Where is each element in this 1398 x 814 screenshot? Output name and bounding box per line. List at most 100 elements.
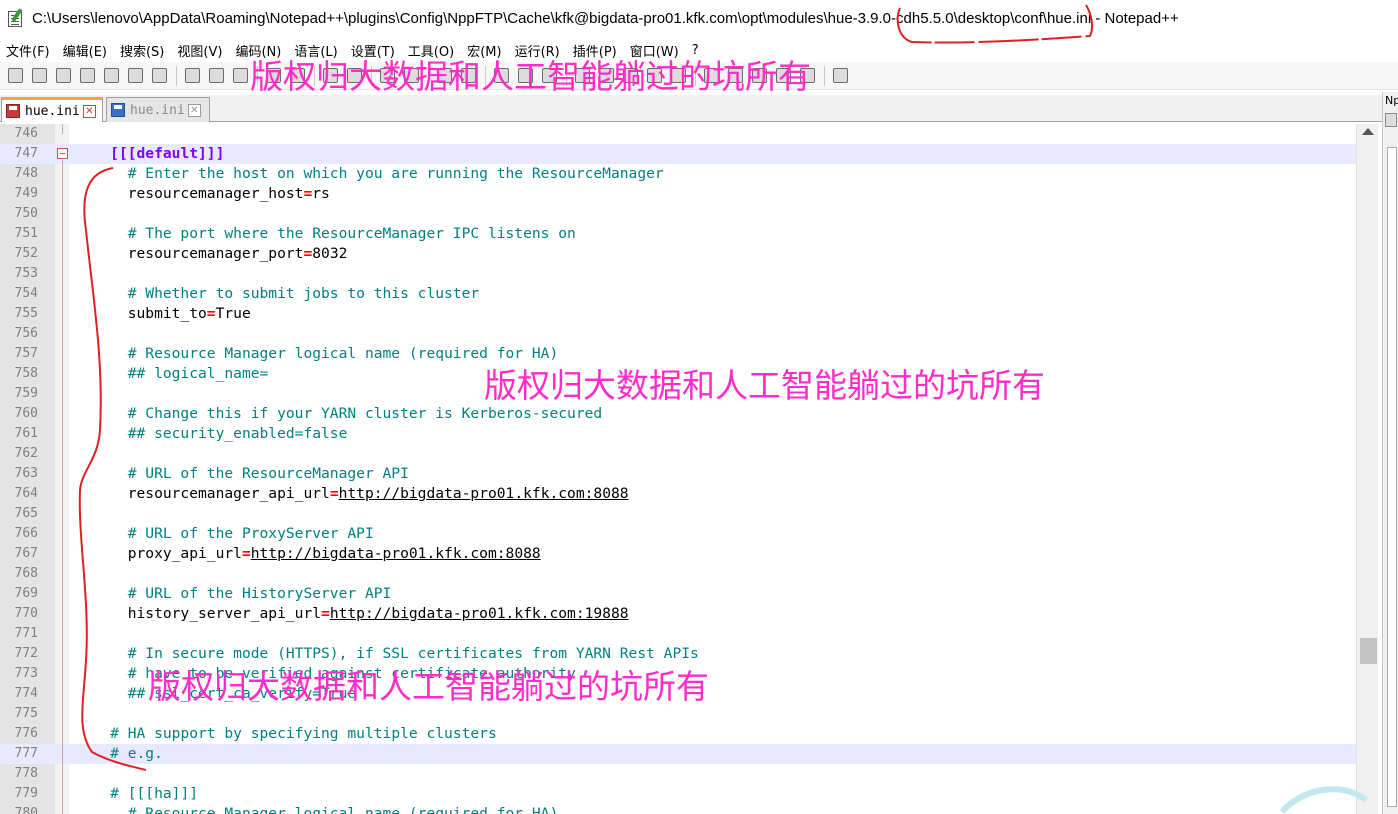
menu-edit[interactable]: 编辑(E)	[57, 41, 114, 60]
code-text: resourcemanager_port=8032	[75, 245, 348, 262]
find-icon[interactable]	[319, 65, 341, 87]
code-line[interactable]: 752 resourcemanager_port=8032	[0, 244, 1356, 264]
copy-icon[interactable]	[205, 65, 227, 87]
word-wrap-icon[interactable]	[490, 65, 512, 87]
code-line[interactable]: 778	[0, 764, 1356, 784]
cut-icon[interactable]	[181, 65, 203, 87]
code-text: # Enter the host on which you are runnin…	[127, 165, 664, 182]
run-macro-multi-icon[interactable]	[772, 65, 794, 87]
code-line[interactable]: 779 # [[[ha]]]	[0, 784, 1356, 804]
paste-icon[interactable]	[229, 65, 251, 87]
vertical-scrollbar[interactable]	[1356, 124, 1378, 814]
show-all-icon[interactable]	[514, 65, 536, 87]
code-line[interactable]: 746	[0, 124, 1356, 144]
code-line[interactable]: 756	[0, 324, 1356, 344]
indent-guide-icon[interactable]	[538, 65, 560, 87]
undo-glyph	[265, 68, 281, 83]
code-line[interactable]: 780 # Resource Manager logical name (req…	[0, 804, 1356, 814]
redo-icon[interactable]	[286, 65, 308, 87]
fold-toggle-icon[interactable]	[57, 148, 68, 159]
code-line[interactable]: 770 history_server_api_url=http://bigdat…	[0, 604, 1356, 624]
ftp-icon[interactable]	[829, 65, 851, 87]
menu-search[interactable]: 搜索(S)	[114, 41, 171, 60]
code-line[interactable]: 748 # Enter the host on which you are ru…	[0, 164, 1356, 184]
sync-h-icon[interactable]	[457, 65, 479, 87]
doc-map-icon[interactable]	[595, 65, 617, 87]
replace-icon[interactable]	[343, 65, 365, 87]
folder-workspace-icon[interactable]	[643, 65, 665, 87]
code-line[interactable]: 775	[0, 704, 1356, 724]
code-line[interactable]: 750	[0, 204, 1356, 224]
code-line[interactable]: 772 # In secure mode (HTTPS), if SSL cer…	[0, 644, 1356, 664]
zoom-in-icon[interactable]	[376, 65, 398, 87]
tab-hue-ini[interactable]: hue.ini ✕	[106, 97, 210, 122]
function-list-icon[interactable]	[619, 65, 641, 87]
undo-icon[interactable]	[262, 65, 284, 87]
menu-macro[interactable]: 宏(M)	[461, 41, 508, 60]
save-macro-icon[interactable]	[796, 65, 818, 87]
zoom-out-icon[interactable]	[400, 65, 422, 87]
save-icon[interactable]	[52, 65, 74, 87]
code-line[interactable]: 764 resourcemanager_api_url=http://bigda…	[0, 484, 1356, 504]
word-wrap-glyph	[493, 68, 509, 83]
code-line[interactable]: 759	[0, 384, 1356, 404]
stop-macro-icon[interactable]	[724, 65, 746, 87]
code-line[interactable]: 766 # URL of the ProxyServer API	[0, 524, 1356, 544]
menu-plugins[interactable]: 插件(P)	[567, 41, 624, 60]
code-editor[interactable]: 746 747 [[[default]]] 748 # Enter the host…	[0, 124, 1382, 814]
code-line[interactable]: 762	[0, 444, 1356, 464]
code-line[interactable]: 777 # e.g.	[0, 744, 1356, 764]
code-line[interactable]: 749 resourcemanager_host=rs	[0, 184, 1356, 204]
doc-map-glyph	[598, 68, 614, 83]
close-all-icon[interactable]	[124, 65, 146, 87]
menu-file[interactable]: 文件(F)	[0, 41, 57, 60]
code-line[interactable]: 767 proxy_api_url=http://bigdata-pro01.k…	[0, 544, 1356, 564]
save-macro-glyph	[799, 68, 815, 83]
side-panel-scrollbar[interactable]	[1387, 147, 1397, 807]
code-line[interactable]: 769 # URL of the HistoryServer API	[0, 584, 1356, 604]
code-line[interactable]: 765	[0, 504, 1356, 524]
connect-icon[interactable]	[1385, 113, 1397, 127]
code-line[interactable]: 751 # The port where the ResourceManager…	[0, 224, 1356, 244]
scroll-up-icon[interactable]	[1362, 128, 1374, 135]
menu-tools[interactable]: 工具(O)	[402, 41, 461, 60]
close-icon[interactable]: ✕	[82, 104, 96, 118]
menu-run[interactable]: 运行(R)	[509, 41, 567, 60]
code-line[interactable]: 774 ## ssl_cert_ca_verify=True	[0, 684, 1356, 704]
code-line[interactable]: 761 ## security_enabled=false	[0, 424, 1356, 444]
tab-hue-ini-active[interactable]: hue.ini ✕	[1, 97, 103, 122]
udl-icon[interactable]	[571, 65, 593, 87]
line-number: 747	[14, 146, 38, 161]
close-icon[interactable]: ✕	[187, 103, 201, 117]
menu-encoding[interactable]: 编码(N)	[229, 41, 288, 60]
code-line[interactable]: 776 # HA support by specifying multiple …	[0, 724, 1356, 744]
open-file-icon[interactable]	[28, 65, 50, 87]
menu-window[interactable]: 窗口(W)	[624, 41, 686, 60]
menu-help[interactable]: ?	[686, 43, 706, 58]
close-icon[interactable]	[100, 65, 122, 87]
close-all-glyph	[127, 68, 143, 83]
line-number: 778	[14, 766, 38, 781]
menu-settings[interactable]: 设置(T)	[345, 41, 402, 60]
new-file-icon[interactable]	[4, 65, 26, 87]
menu-view[interactable]: 视图(V)	[171, 41, 229, 60]
play-macro-icon[interactable]	[748, 65, 770, 87]
code-line[interactable]: 753	[0, 264, 1356, 284]
sync-v-icon[interactable]	[433, 65, 455, 87]
record-macro-icon[interactable]	[700, 65, 722, 87]
code-line[interactable]: 763 # URL of the ResourceManager API	[0, 464, 1356, 484]
scrollbar-thumb[interactable]	[1360, 638, 1377, 664]
code-line[interactable]: 757 # Resource Manager logical name (req…	[0, 344, 1356, 364]
save-all-icon[interactable]	[76, 65, 98, 87]
code-line[interactable]: 754 # Whether to submit jobs to this clu…	[0, 284, 1356, 304]
print-icon[interactable]	[148, 65, 170, 87]
code-line[interactable]: 760 # Change this if your YARN cluster i…	[0, 404, 1356, 424]
code-line[interactable]: 755 submit_to=True	[0, 304, 1356, 324]
code-line[interactable]: 771	[0, 624, 1356, 644]
code-line[interactable]: 773 # have to be verified against certif…	[0, 664, 1356, 684]
code-line[interactable]: 758 ## logical_name=	[0, 364, 1356, 384]
code-line[interactable]: 747 [[[default]]]	[0, 144, 1356, 164]
monitor-icon[interactable]	[667, 65, 689, 87]
menu-language[interactable]: 语言(L)	[288, 41, 344, 60]
code-line[interactable]: 768	[0, 564, 1356, 584]
